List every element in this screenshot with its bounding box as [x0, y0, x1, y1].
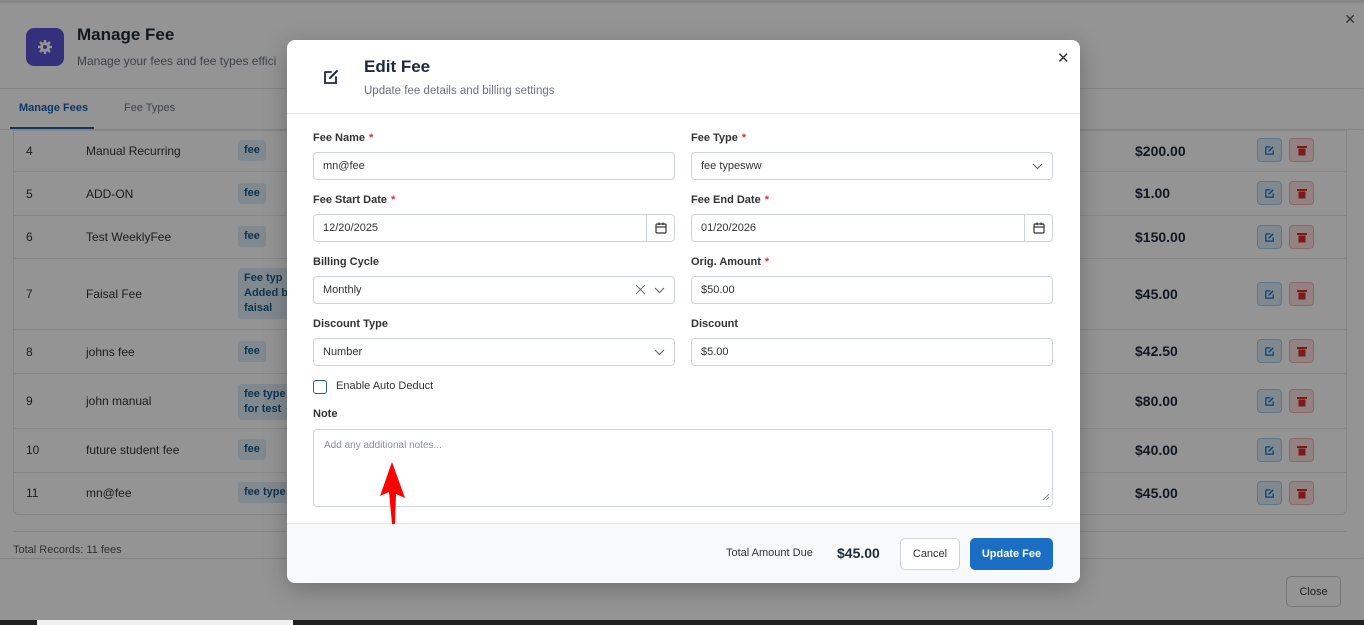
- annotation-arrow-icon: [374, 458, 408, 533]
- fee-type-label: Fee Type *: [691, 132, 747, 144]
- discount-type-label: Discount Type: [313, 318, 388, 330]
- discount-input[interactable]: $5.00: [691, 338, 1053, 366]
- fee-name-input[interactable]: mn@fee: [313, 152, 675, 180]
- note-label: Note: [313, 408, 338, 420]
- billing-cycle-select[interactable]: Monthly: [313, 276, 675, 304]
- calendar-icon[interactable]: [646, 215, 674, 241]
- total-amount-label: Total Amount Due: [726, 547, 813, 559]
- discount-type-select[interactable]: Number: [313, 338, 675, 366]
- cancel-button[interactable]: Cancel: [900, 538, 960, 570]
- fee-type-select[interactable]: fee typesww: [691, 152, 1053, 180]
- taskbar-item: [37, 620, 293, 625]
- chevron-down-icon: [654, 347, 665, 359]
- update-fee-button[interactable]: Update Fee: [970, 538, 1053, 570]
- close-icon[interactable]: ✕: [1057, 49, 1070, 67]
- fee-name-label: Fee Name *: [313, 132, 374, 144]
- orig-amount-input[interactable]: $50.00: [691, 276, 1053, 304]
- chevron-down-icon: [1032, 161, 1043, 173]
- discount-label: Discount: [691, 318, 739, 330]
- billing-cycle-label: Billing Cycle: [313, 256, 380, 268]
- resize-handle-icon[interactable]: [1042, 493, 1050, 504]
- start-date-input[interactable]: 12/20/2025: [313, 214, 675, 242]
- edit-icon: [322, 68, 340, 91]
- note-textarea[interactable]: Add any additional notes...: [313, 429, 1053, 507]
- end-date-label: Fee End Date *: [691, 194, 769, 206]
- clear-icon[interactable]: [635, 284, 646, 298]
- chevron-down-icon: [654, 285, 665, 297]
- start-date-label: Fee Start Date *: [313, 194, 396, 206]
- auto-deduct-checkbox[interactable]: [313, 380, 327, 394]
- modal-subtitle: Update fee details and billing settings: [364, 85, 555, 97]
- orig-amount-label: Orig. Amount *: [691, 256, 770, 268]
- auto-deduct-label[interactable]: Enable Auto Deduct: [336, 380, 433, 392]
- note-placeholder: Add any additional notes...: [324, 440, 442, 451]
- total-amount-value: $45.00: [837, 545, 880, 561]
- calendar-icon[interactable]: [1024, 215, 1052, 241]
- modal-header: Edit Fee Update fee details and billing …: [287, 40, 1080, 114]
- modal-title: Edit Fee: [364, 57, 431, 76]
- end-date-input[interactable]: 01/20/2026: [691, 214, 1053, 242]
